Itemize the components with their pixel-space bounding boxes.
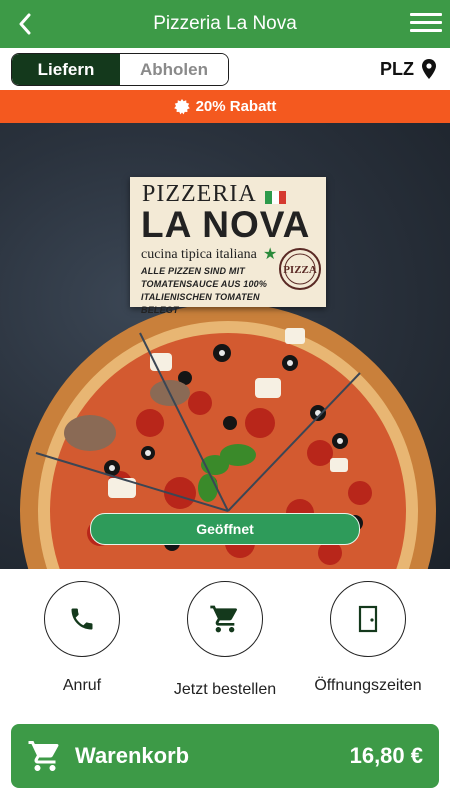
logo-line-3: cucina tipica italiana bbox=[141, 247, 257, 262]
shopping-cart-icon bbox=[28, 741, 59, 771]
promo-text: 20% Rabatt bbox=[195, 98, 277, 115]
order-action[interactable]: Jetzt bestellen bbox=[165, 581, 285, 699]
badge-icon bbox=[173, 98, 190, 114]
cart-button[interactable]: Warenkorb 16,80 € bbox=[11, 724, 439, 788]
phone-icon bbox=[71, 608, 93, 630]
menu-button[interactable] bbox=[410, 10, 442, 38]
cart-total: 16,80 € bbox=[349, 743, 423, 768]
hours-label: Öffnungszeiten bbox=[314, 677, 422, 694]
call-label: Anruf bbox=[62, 677, 102, 694]
italian-flag-icon bbox=[265, 191, 286, 204]
restaurant-logo: PIZZERIA LA NOVA cucina tipica italiana … bbox=[130, 177, 326, 315]
door-icon bbox=[358, 605, 378, 633]
page-title: Pizzeria La Nova bbox=[153, 13, 297, 34]
star-icon: ★ bbox=[263, 246, 278, 263]
order-circle[interactable] bbox=[187, 581, 263, 657]
order-label: Jetzt bestellen bbox=[173, 681, 277, 698]
hours-action[interactable]: Öffnungszeiten bbox=[308, 581, 428, 695]
hours-circle[interactable] bbox=[330, 581, 406, 657]
postcode-button[interactable]: PLZ bbox=[380, 57, 436, 81]
cart-label: Warenkorb bbox=[75, 743, 190, 768]
hamburger-menu-icon bbox=[410, 13, 442, 32]
map-pin-icon bbox=[422, 59, 436, 79]
logo-line-4: ALLE PIZZEN SIND MIT TOMATENSAUCE AUS 10… bbox=[141, 266, 268, 315]
tab-pickup[interactable]: Abholen bbox=[120, 54, 228, 85]
shopping-cart-icon bbox=[210, 605, 237, 633]
logo-line-2: LA NOVA bbox=[141, 204, 311, 245]
action-bar: Anruf Jetzt bestellen Öffnungszeiten bbox=[0, 569, 450, 719]
call-circle[interactable] bbox=[44, 581, 120, 657]
app-header: Pizzeria La Nova bbox=[0, 0, 450, 48]
open-status-button[interactable]: Geöffnet bbox=[90, 513, 360, 545]
promo-banner[interactable]: 20% Rabatt bbox=[0, 90, 450, 123]
delivery-mode-toggle: Liefern Abholen bbox=[11, 53, 229, 86]
call-action[interactable]: Anruf bbox=[22, 581, 142, 695]
tab-delivery[interactable]: Liefern bbox=[12, 54, 120, 85]
mode-bar: Liefern Abholen PLZ bbox=[0, 48, 450, 90]
postcode-label: PLZ bbox=[380, 58, 414, 79]
hero-image: PIZZERIA LA NOVA cucina tipica italiana … bbox=[0, 123, 450, 569]
